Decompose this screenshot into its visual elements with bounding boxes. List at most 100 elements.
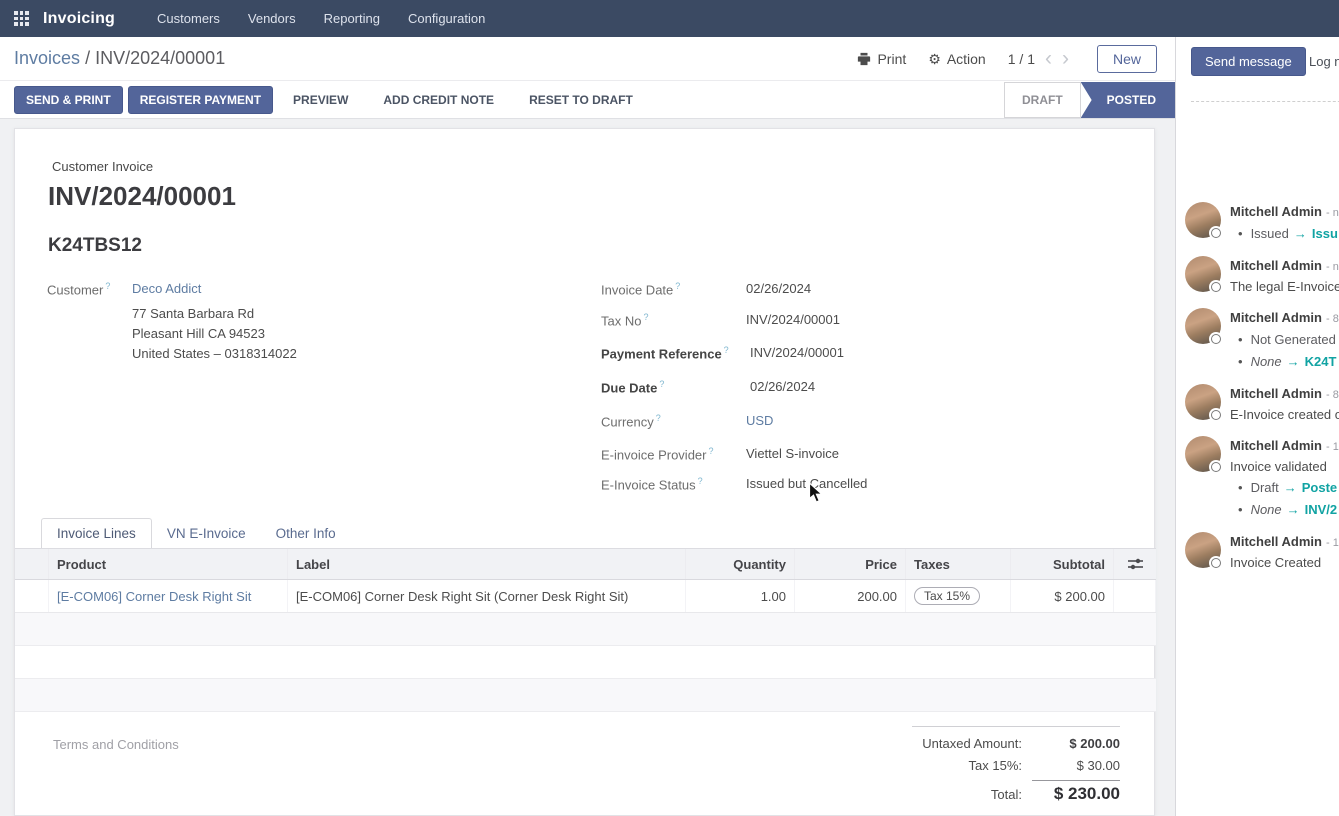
- tracking-change: •None→K24T: [1230, 351, 1339, 373]
- app-window: Invoicing Customers Vendors Reporting Co…: [0, 0, 1339, 816]
- invoice-line-row[interactable]: [E-COM06] Corner Desk Right Sit [E-COM06…: [15, 580, 1156, 613]
- avatar: [1185, 384, 1221, 420]
- optional-columns-button[interactable]: [1114, 549, 1156, 579]
- field-tax-no: Tax No? INV/2024/00001: [601, 312, 648, 328]
- line-price[interactable]: 200.00: [795, 580, 906, 612]
- taxes-column-header[interactable]: Taxes: [906, 549, 1011, 579]
- einvoice-provider-value[interactable]: Viettel S-invoice: [746, 446, 839, 461]
- currency-value-link[interactable]: USD: [746, 413, 773, 428]
- message-item[interactable]: Mitchell Admin- 8 •Not Generated •None→K…: [1185, 308, 1339, 373]
- subtotal-column-header[interactable]: Subtotal: [1011, 549, 1114, 579]
- pager-prev-icon[interactable]: ‹: [1045, 50, 1052, 68]
- field-payment-reference: Payment Reference? INV/2024/00001: [601, 345, 729, 361]
- menu-reporting[interactable]: Reporting: [310, 0, 394, 37]
- message-author[interactable]: Mitchell Admin: [1230, 534, 1322, 549]
- message-item[interactable]: Mitchell Admin- 16 Invoice Created: [1185, 532, 1339, 573]
- untaxed-amount-label: Untaxed Amount:: [912, 736, 1032, 751]
- field-currency: Currency? USD: [601, 413, 661, 429]
- tax-total-label: Tax 15%:: [912, 758, 1032, 773]
- breadcrumb-separator: /: [85, 48, 90, 68]
- apps-grid-icon[interactable]: [14, 11, 29, 26]
- menu-customers[interactable]: Customers: [143, 0, 234, 37]
- customer-label-text: Customer: [47, 282, 103, 297]
- statusbar-buttons: SEND & PRINT REGISTER PAYMENT PREVIEW AD…: [14, 86, 648, 114]
- notebook-tabs: Invoice Lines VN E-Invoice Other Info: [41, 518, 351, 548]
- document-type-label: Customer Invoice: [52, 159, 153, 174]
- print-button[interactable]: Print: [857, 51, 906, 67]
- presence-icon: [1209, 226, 1223, 240]
- terms-and-conditions-placeholder[interactable]: Terms and Conditions: [53, 737, 179, 752]
- reset-to-draft-button[interactable]: RESET TO DRAFT: [514, 87, 648, 113]
- new-value: K24T: [1305, 354, 1337, 369]
- pager: 1 / 1 ‹ ›: [1008, 50, 1069, 68]
- message-author[interactable]: Mitchell Admin: [1230, 386, 1322, 401]
- help-icon: ?: [105, 281, 110, 291]
- label-column-header[interactable]: Label: [288, 549, 686, 579]
- handle-column-header: [15, 549, 49, 579]
- action-label: Action: [947, 51, 986, 67]
- help-icon: ?: [675, 281, 680, 291]
- arrow-icon: →: [1287, 354, 1300, 369]
- add-credit-note-button[interactable]: ADD CREDIT NOTE: [368, 87, 509, 113]
- message-item[interactable]: Mitchell Admin- 10 Invoice validated •Dr…: [1185, 436, 1339, 521]
- avatar: [1185, 256, 1221, 292]
- menu-vendors[interactable]: Vendors: [234, 0, 310, 37]
- einvoice-status-value[interactable]: Issued but Cancelled: [746, 476, 867, 491]
- help-icon: ?: [698, 476, 703, 486]
- message-author[interactable]: Mitchell Admin: [1230, 310, 1322, 325]
- due-date-value[interactable]: 02/26/2024: [750, 379, 815, 394]
- payment-reference-value[interactable]: INV/2024/00001: [750, 345, 844, 360]
- send-message-button[interactable]: Send message: [1191, 47, 1306, 76]
- preview-button[interactable]: PREVIEW: [278, 87, 363, 113]
- message-author[interactable]: Mitchell Admin: [1230, 438, 1322, 453]
- presence-icon: [1209, 556, 1223, 570]
- product-column-header[interactable]: Product: [49, 549, 288, 579]
- message-item[interactable]: Mitchell Admin- 8 E-Invoice created o: [1185, 384, 1339, 425]
- avatar: [1185, 532, 1221, 568]
- arrow-icon: →: [1287, 502, 1300, 517]
- customer-address: 77 Santa Barbara Rd Pleasant Hill CA 945…: [132, 304, 297, 364]
- tab-other-info[interactable]: Other Info: [261, 519, 351, 548]
- row-handle[interactable]: [15, 580, 49, 612]
- pager-value: 1 / 1: [1008, 51, 1035, 67]
- new-value: Poste: [1302, 480, 1337, 495]
- customer-name-link[interactable]: Deco Addict: [132, 281, 201, 296]
- line-label[interactable]: [E-COM06] Corner Desk Right Sit (Corner …: [288, 580, 686, 612]
- app-name[interactable]: Invoicing: [43, 10, 115, 28]
- product-link[interactable]: [E-COM06] Corner Desk Right Sit: [57, 589, 251, 604]
- log-note-button[interactable]: Log n: [1309, 54, 1339, 69]
- message-body: The legal E-Invoice: [1230, 277, 1339, 297]
- new-button[interactable]: New: [1097, 45, 1157, 73]
- tax-no-value[interactable]: INV/2024/00001: [746, 312, 840, 327]
- message-body: Invoice Created: [1230, 553, 1339, 573]
- breadcrumb: Invoices / INV/2024/00001: [14, 48, 225, 69]
- invoice-date-value[interactable]: 02/26/2024: [746, 281, 811, 296]
- quantity-column-header[interactable]: Quantity: [686, 549, 795, 579]
- sliders-icon: [1128, 557, 1143, 571]
- total-value: $ 230.00: [1032, 780, 1120, 804]
- currency-label: Currency: [601, 414, 654, 429]
- tracking-change: •Not Generated: [1230, 329, 1339, 351]
- invoice-sheet: Customer Invoice INV/2024/00001 K24TBS12…: [14, 128, 1155, 816]
- action-button[interactable]: ⚙ Action: [928, 51, 985, 67]
- breadcrumb-invoices-link[interactable]: Invoices: [14, 48, 80, 68]
- price-column-header[interactable]: Price: [795, 549, 906, 579]
- tab-invoice-lines[interactable]: Invoice Lines: [41, 518, 152, 548]
- control-panel-right: Print ⚙ Action 1 / 1 ‹ › New: [857, 37, 1157, 81]
- presence-icon: [1209, 280, 1223, 294]
- tax-badge[interactable]: Tax 15%: [914, 587, 980, 605]
- line-quantity[interactable]: 1.00: [686, 580, 795, 612]
- tab-vn-einvoice[interactable]: VN E-Invoice: [152, 519, 261, 548]
- message-item[interactable]: Mitchell Admin- n The legal E-Invoice: [1185, 256, 1339, 297]
- state-draft[interactable]: DRAFT: [1004, 82, 1081, 118]
- send-print-button[interactable]: SEND & PRINT: [14, 86, 123, 114]
- pager-next-icon[interactable]: ›: [1062, 50, 1069, 68]
- bullet-icon: •: [1238, 226, 1243, 241]
- totals-block: Untaxed Amount: $ 200.00 Tax 15%: $ 30.0…: [912, 726, 1120, 811]
- chatter-divider: [1191, 101, 1339, 102]
- menu-configuration[interactable]: Configuration: [394, 0, 499, 37]
- message-author[interactable]: Mitchell Admin: [1230, 204, 1322, 219]
- message-item[interactable]: Mitchell Admin- n •Issued→Issu: [1185, 202, 1339, 245]
- register-payment-button[interactable]: REGISTER PAYMENT: [128, 86, 273, 114]
- message-author[interactable]: Mitchell Admin: [1230, 258, 1322, 273]
